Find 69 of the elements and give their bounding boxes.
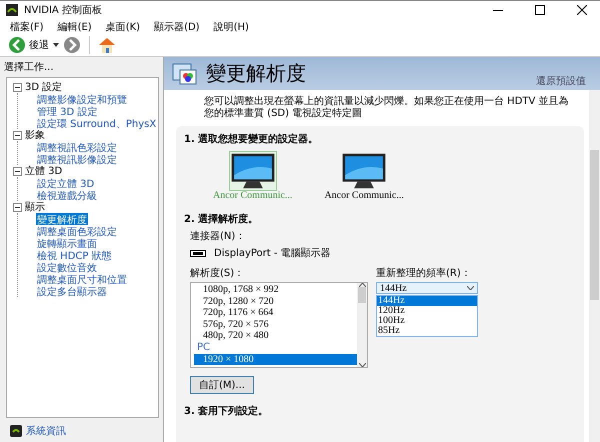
- tree-item[interactable]: 旋轉顯示畫面: [36, 237, 98, 249]
- menu-item[interactable]: 編輯(E): [58, 20, 92, 34]
- collapse-icon[interactable]: [13, 130, 22, 140]
- tree-item[interactable]: 調整視訊色彩設定: [36, 141, 118, 153]
- collapse-icon[interactable]: [13, 82, 22, 92]
- refresh-rate-label: 重新整理的頻率(R)：: [376, 266, 472, 280]
- list-item[interactable]: 480p, 720 × 480: [194, 330, 357, 342]
- display-settings-icon: [172, 62, 198, 86]
- tree-category[interactable]: 顯示: [25, 200, 45, 214]
- section-heading: 1. 選取您想要變更的設定器。: [184, 132, 320, 146]
- sidebar-heading: 選擇工作...: [3, 61, 55, 75]
- group-header: PC: [196, 342, 212, 354]
- tree-item[interactable]: 管理 3D 設定: [36, 105, 98, 117]
- connector-name: DisplayPort - 電腦顯示器: [214, 246, 331, 260]
- tree-item[interactable]: 調整桌面尺寸和位置: [36, 273, 128, 285]
- list-item[interactable]: 576p, 720 × 576: [194, 318, 357, 330]
- list-item[interactable]: 1920 × 1080: [194, 354, 357, 365]
- refresh-rate-dropdown[interactable]: 144Hz: [376, 282, 478, 294]
- dropdown-caret-icon[interactable]: [53, 43, 59, 47]
- system-info-link[interactable]: 系統資訊: [26, 424, 66, 438]
- restore-defaults-link[interactable]: 還原預設值: [536, 74, 586, 88]
- description-text: 您可以調整出現在螢幕上的資訊量以減少閃爍。如果您正在使用一台 HDTV 並且為您的標準畫質 (SD) 電視設定特定圖: [203, 94, 570, 120]
- home-icon[interactable]: [98, 36, 116, 54]
- back-button[interactable]: 後退: [8, 36, 49, 54]
- display-option[interactable]: Ancor Communic...: [319, 149, 409, 204]
- page-title: 變更解析度: [206, 60, 306, 87]
- tree-item[interactable]: 調整視訊影像設定: [36, 153, 118, 165]
- resolution-list[interactable]: 1080p, 1768 × 992 720p, 1280 × 720 720p, 1176 × 664 576p, 720 × 576 480p, 720 × 480 PC 1920 × 1080: [190, 282, 368, 368]
- list-item[interactable]: 720p, 1280 × 720: [194, 296, 357, 307]
- tree-item[interactable]: 檢視 HDCP 狀態: [36, 249, 113, 261]
- tree-item[interactable]: 設定環 Surround、PhysX: [36, 117, 158, 129]
- scrollbar[interactable]: [589, 90, 600, 442]
- scroll-down-icon[interactable]: [358, 363, 366, 367]
- list-item[interactable]: 720p, 1176 × 664: [194, 307, 357, 318]
- window-title: NVIDIA 控制面板: [24, 4, 103, 17]
- tree-item[interactable]: 設定多台顯示器: [36, 285, 108, 297]
- monitor-icon: [230, 152, 276, 190]
- tree-category[interactable]: 影象: [25, 128, 45, 142]
- menu-item[interactable]: 說明(H): [214, 20, 249, 34]
- scroll-up-icon[interactable]: [358, 283, 366, 287]
- tree-item[interactable]: 設定數位音效: [36, 261, 98, 273]
- menu-item[interactable]: 桌面(K): [106, 20, 140, 34]
- section-heading: 2. 選擇解析度。: [184, 212, 260, 226]
- menu-item[interactable]: 顯示器(D): [154, 20, 200, 34]
- tree-item[interactable]: 調整影像設定和預覽: [36, 93, 128, 105]
- resolution-label: 解析度(S)：: [190, 266, 246, 280]
- tree-item[interactable]: 設定立體 3D: [36, 177, 96, 189]
- section-heading: 3. 套用下列設定。: [184, 404, 270, 418]
- tree-category[interactable]: 立體 3D: [25, 164, 62, 178]
- tree-item[interactable]: 調整桌面色彩設定: [36, 225, 118, 237]
- dropdown-option[interactable]: 100Hz: [377, 316, 477, 326]
- info-icon: [10, 425, 22, 437]
- monitor-icon: [341, 152, 388, 190]
- caret-icon: [467, 286, 474, 290]
- list-item[interactable]: 1080p, 1768 × 992: [194, 284, 357, 296]
- tree-category[interactable]: 3D 設定: [25, 80, 62, 94]
- dropdown-option[interactable]: 144Hz: [377, 296, 477, 306]
- scroll-thumb[interactable]: [358, 287, 366, 303]
- app-logo-icon: [6, 4, 18, 16]
- displayport-icon: [190, 250, 206, 256]
- tree-item[interactable]: 檢視遊戲分級: [36, 189, 98, 201]
- dropdown-option[interactable]: 120Hz: [377, 306, 477, 316]
- connector-label: 連接器(N)：: [189, 230, 246, 243]
- dropdown-option[interactable]: 85Hz: [377, 326, 477, 336]
- collapse-icon[interactable]: [13, 166, 22, 176]
- collapse-icon[interactable]: [13, 202, 22, 212]
- menu-item[interactable]: 檔案(F): [10, 20, 44, 34]
- tree-item[interactable]: 變更解析度: [36, 213, 88, 225]
- custom-button[interactable]: 自訂(M)...: [190, 376, 254, 394]
